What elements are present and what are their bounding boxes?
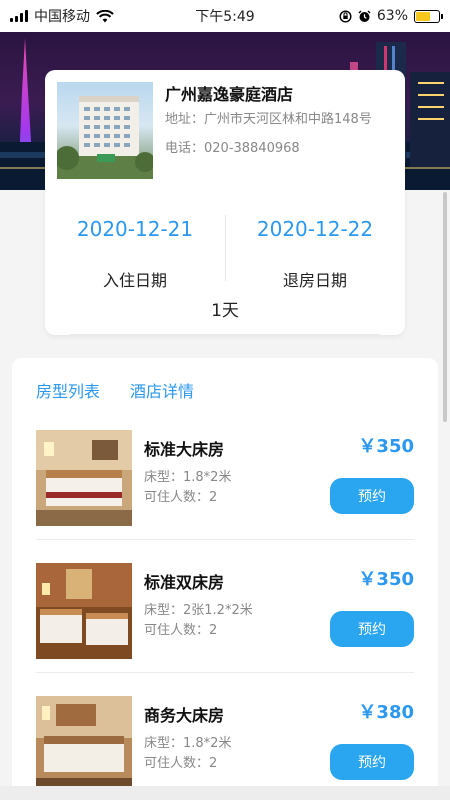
hotel-details: 广州嘉逸豪庭酒店 地址：广州市天河区林和中路148号 电话：020-388409…	[165, 84, 390, 158]
hotel-address: 地址：广州市天河区林和中路148号	[165, 112, 372, 127]
book-button[interactable]: 预约	[330, 611, 414, 647]
battery-percent: 63%	[376, 8, 408, 24]
room-capacity: 可住人数：2	[144, 490, 218, 505]
room-capacity: 可住人数：2	[144, 623, 218, 638]
room-photo	[36, 563, 132, 659]
room-item[interactable]: 标准双床房 床型：2张1.2*2米 可住人数：2 ￥350 预约	[36, 563, 414, 697]
bottom-bar	[0, 786, 450, 800]
alarm-icon	[358, 10, 371, 22]
checkout-picker[interactable]: 2020-12-22 退房日期	[225, 215, 405, 291]
carrier-name: 中国移动	[34, 9, 90, 25]
hotel-info-card: 广州嘉逸豪庭酒店 地址：广州市天河区林和中路148号 电话：020-388409…	[45, 70, 405, 335]
battery-icon	[414, 9, 443, 23]
battery-level	[416, 11, 430, 21]
rooms-panel: 房型列表 酒店详情 标准大床房 床型：1.8*2米 可住人数：2 ￥350 预约	[12, 358, 438, 800]
tab-bar: 房型列表 酒店详情	[36, 378, 194, 402]
hotel-phone[interactable]: 电话：020-38840968	[165, 139, 390, 158]
wifi-icon	[96, 9, 114, 22]
book-button[interactable]: 预约	[330, 478, 414, 514]
status-right: 63%	[339, 8, 443, 24]
room-price: ￥380	[358, 702, 414, 723]
hotel-photo	[57, 82, 153, 179]
checkin-picker[interactable]: 2020-12-21 入住日期	[45, 215, 225, 291]
status-left: 中国移动	[10, 6, 114, 26]
room-divider	[36, 539, 414, 540]
rotation-lock-icon	[339, 9, 352, 23]
room-item[interactable]: 商务大床房 床型：1.8*2米 可住人数：2 ￥380 预约	[36, 696, 414, 800]
room-price: ￥350	[358, 569, 414, 590]
hotel-name: 广州嘉逸豪庭酒店	[165, 85, 294, 104]
tab-hotel-details[interactable]: 酒店详情	[130, 378, 194, 402]
stay-dates: 2020-12-21 入住日期 2020-12-22 退房日期	[45, 215, 405, 300]
checkin-label: 入住日期	[102, 271, 167, 290]
scrollbar[interactable]	[443, 192, 447, 422]
checkout-label: 退房日期	[282, 271, 347, 290]
room-bed-type: 床型：2张1.2*2米	[144, 603, 253, 618]
signal-icon	[10, 10, 28, 22]
room-photo	[36, 696, 132, 792]
tab-room-list[interactable]: 房型列表	[36, 378, 100, 402]
room-bed-type: 床型：1.8*2米	[144, 470, 232, 485]
card-divider	[70, 334, 380, 335]
room-capacity: 可住人数：2	[144, 756, 218, 771]
book-button[interactable]: 预约	[330, 744, 414, 780]
room-name: 标准双床房	[144, 573, 225, 592]
room-divider	[36, 672, 414, 673]
room-photo	[36, 430, 132, 526]
room-name: 商务大床房	[144, 706, 225, 725]
room-bed-type: 床型：1.8*2米	[144, 736, 232, 751]
checkin-date[interactable]: 2020-12-21	[45, 215, 225, 243]
room-price: ￥350	[358, 436, 414, 457]
nights-count: 1天	[211, 301, 239, 321]
room-name: 标准大床房	[144, 440, 225, 459]
status-bar: 中国移动 下午5:49 63%	[0, 0, 450, 32]
checkout-date[interactable]: 2020-12-22	[225, 215, 405, 243]
room-item[interactable]: 标准大床房 床型：1.8*2米 可住人数：2 ￥350 预约	[36, 430, 414, 564]
